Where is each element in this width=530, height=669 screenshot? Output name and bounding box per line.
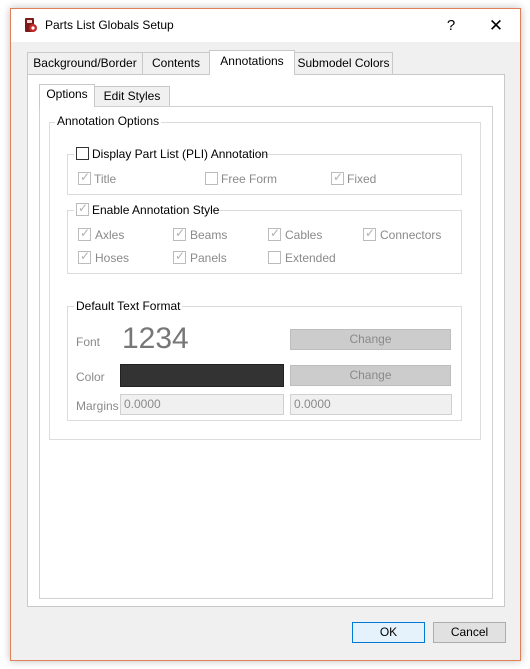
margins-label: Margins bbox=[76, 399, 119, 413]
check-icon: ✓ bbox=[333, 170, 344, 184]
tab-annotations[interactable]: Annotations bbox=[209, 50, 295, 75]
panels-label: Panels bbox=[190, 251, 227, 265]
tab-submodel-colors[interactable]: Submodel Colors bbox=[294, 52, 393, 74]
title-label: Title bbox=[94, 172, 117, 186]
font-sample: 1234 bbox=[122, 322, 189, 355]
cables-checkbox[interactable]: ✓ bbox=[268, 226, 281, 241]
font-label: Font bbox=[76, 335, 101, 349]
display-pli-row[interactable]: Display Part List (PLI) Annotation bbox=[74, 146, 268, 162]
subtab-edit-styles[interactable]: Edit Styles bbox=[94, 86, 170, 106]
tab-background-border[interactable]: Background/Border bbox=[27, 52, 143, 74]
enable-style-checkbox[interactable]: ✓ bbox=[76, 201, 89, 216]
check-icon: ✓ bbox=[80, 226, 91, 240]
cables-label: Cables bbox=[285, 228, 323, 242]
connectors-checkbox[interactable]: ✓ bbox=[363, 226, 376, 241]
connectors-label: Connectors bbox=[380, 228, 442, 242]
fixed-label: Fixed bbox=[347, 172, 377, 186]
check-icon: ✓ bbox=[175, 226, 186, 240]
color-label: Color bbox=[76, 370, 105, 384]
hoses-checkbox[interactable]: ✓ bbox=[78, 249, 91, 264]
beams-checkbox[interactable]: ✓ bbox=[173, 226, 186, 241]
margin-x-field[interactable]: 0.0000 bbox=[120, 394, 284, 415]
text-format-title: Default Text Format bbox=[74, 299, 183, 313]
enable-style-label: Enable Annotation Style bbox=[92, 203, 220, 217]
extended-checkbox[interactable] bbox=[268, 251, 281, 264]
check-icon: ✓ bbox=[270, 226, 281, 240]
beams-label: Beams bbox=[190, 228, 228, 242]
app-icon bbox=[25, 18, 37, 32]
check-icon: ✓ bbox=[175, 249, 186, 263]
close-button[interactable]: ✕ bbox=[481, 15, 511, 37]
title-checkbox[interactable]: ✓ bbox=[78, 170, 91, 185]
check-icon: ✓ bbox=[80, 249, 91, 263]
check-icon: ✓ bbox=[78, 201, 89, 215]
tab-contents[interactable]: Contents bbox=[142, 52, 210, 74]
display-pli-label: Display Part List (PLI) Annotation bbox=[92, 147, 269, 161]
enable-style-row[interactable]: ✓ Enable Annotation Style bbox=[74, 201, 219, 218]
check-icon: ✓ bbox=[365, 226, 376, 240]
ok-button[interactable]: OK bbox=[352, 622, 425, 643]
check-icon: ✓ bbox=[80, 170, 91, 184]
free-form-label: Free Form bbox=[221, 172, 278, 186]
dialog-window: Parts List Globals Setup ? ✕ Background/… bbox=[10, 8, 521, 661]
subtab-options[interactable]: Options bbox=[39, 84, 95, 107]
free-form-checkbox[interactable] bbox=[205, 172, 218, 185]
title-bar: Parts List Globals Setup ? ✕ bbox=[11, 9, 520, 42]
panels-checkbox[interactable]: ✓ bbox=[173, 249, 186, 264]
annotation-options-title: Annotation Options bbox=[55, 114, 162, 128]
axles-label: Axles bbox=[95, 228, 125, 242]
display-pli-checkbox[interactable] bbox=[76, 147, 89, 160]
cancel-button[interactable]: Cancel bbox=[433, 622, 506, 643]
axles-checkbox[interactable]: ✓ bbox=[78, 226, 91, 241]
fixed-checkbox[interactable]: ✓ bbox=[331, 170, 344, 185]
extended-label: Extended bbox=[285, 251, 336, 265]
color-swatch[interactable] bbox=[120, 364, 284, 387]
hoses-label: Hoses bbox=[95, 251, 130, 265]
window-title: Parts List Globals Setup bbox=[45, 18, 174, 32]
font-change-button[interactable]: Change bbox=[290, 329, 451, 350]
help-button[interactable]: ? bbox=[436, 15, 466, 37]
margin-y-field[interactable]: 0.0000 bbox=[290, 394, 452, 415]
color-change-button[interactable]: Change bbox=[290, 365, 451, 386]
